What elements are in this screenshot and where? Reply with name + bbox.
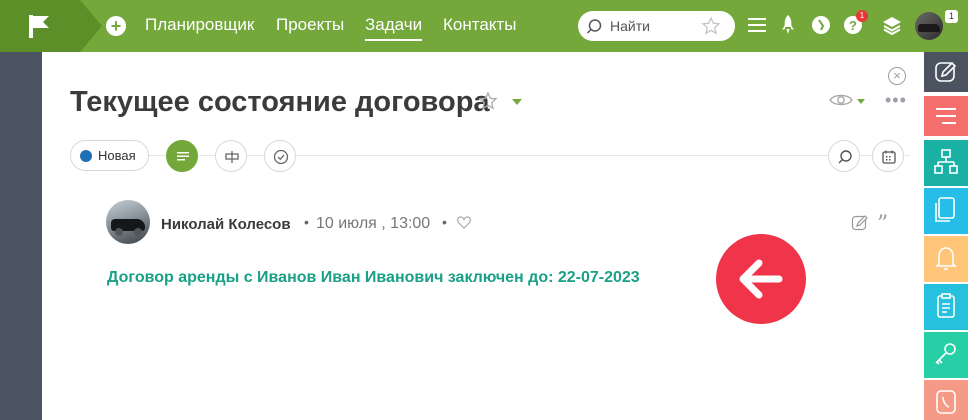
user-badge: 1 (945, 10, 958, 23)
quote-icon[interactable]: ” (877, 212, 888, 237)
dock-edit[interactable] (924, 52, 968, 92)
nav-tasks[interactable]: Задачи (365, 15, 423, 41)
phone-icon (936, 390, 956, 414)
search-icon (838, 150, 852, 164)
search-input[interactable]: Найти (578, 11, 735, 41)
nav-planner[interactable]: Планировщик (145, 15, 254, 35)
structure-button[interactable] (215, 140, 247, 172)
history-icon[interactable] (811, 15, 831, 35)
search-placeholder: Найти (610, 18, 650, 34)
status-badge[interactable]: Новая (70, 140, 149, 171)
layers-icon[interactable] (882, 15, 902, 35)
edit-icon (935, 61, 957, 82)
text-lines-icon (177, 152, 189, 161)
more-options-icon[interactable]: ••• (885, 90, 907, 111)
close-icon[interactable]: × (888, 67, 906, 85)
left-sidebar-strip (0, 52, 42, 420)
search-icon (586, 19, 602, 34)
menu-icon[interactable] (748, 17, 766, 33)
dock-list[interactable] (924, 96, 968, 136)
separator-dot: • (304, 214, 309, 230)
bell-icon (935, 247, 957, 270)
comment-text: Договор аренды с Иванов Иван Иванович за… (107, 269, 640, 286)
documents-icon (935, 197, 955, 222)
annotation-arrow-icon (716, 234, 806, 324)
key-icon (935, 343, 956, 365)
flag-logo-icon (29, 15, 49, 38)
svg-text:?: ? (849, 18, 857, 33)
dock-structure[interactable] (924, 140, 968, 186)
logo-area[interactable] (0, 0, 80, 52)
favorite-star-icon[interactable] (478, 91, 498, 111)
dock-access[interactable] (924, 332, 968, 378)
dock-tasks[interactable] (924, 284, 968, 330)
comment-search-button[interactable] (828, 140, 860, 172)
star-icon[interactable] (701, 16, 721, 36)
plus-icon[interactable]: + (106, 16, 126, 36)
status-label: Новая (98, 148, 136, 163)
checklist-button[interactable] (264, 140, 296, 172)
chevron-down-icon[interactable] (512, 99, 522, 105)
description-button[interactable] (166, 140, 198, 172)
rocket-icon[interactable] (781, 15, 795, 35)
comment-date: 10 июля , 13:00 (316, 215, 431, 232)
list-icon (936, 108, 956, 124)
clipboard-icon (937, 293, 955, 318)
calendar-button[interactable] (872, 140, 904, 172)
eye-chevron-down-icon[interactable] (857, 99, 865, 104)
help-badge: 1 (856, 10, 868, 22)
heart-icon[interactable] (457, 216, 471, 229)
check-circle-icon (273, 149, 289, 165)
nav-contacts[interactable]: Контакты (443, 15, 516, 35)
separator-dot: • (442, 214, 447, 230)
logo-arrow-shape (80, 0, 102, 52)
structure-icon (934, 149, 958, 174)
page-title: Текущее состояние договора (70, 86, 490, 118)
user-avatar[interactable] (915, 12, 943, 40)
edit-icon[interactable] (851, 214, 869, 232)
top-navbar: + Планировщик Проекты Задачи Контакты На… (0, 0, 968, 52)
dock-notifications[interactable] (924, 236, 968, 282)
dock-documents[interactable] (924, 188, 968, 234)
nav-projects[interactable]: Проекты (276, 15, 344, 35)
comment-author[interactable]: Николай Колесов (161, 216, 291, 233)
comment-author-avatar[interactable] (106, 200, 150, 244)
calendar-icon (882, 150, 896, 164)
status-dot-icon (80, 150, 92, 162)
eye-icon[interactable] (829, 92, 853, 108)
hierarchy-icon (225, 151, 239, 163)
dock-phone[interactable] (924, 380, 968, 420)
